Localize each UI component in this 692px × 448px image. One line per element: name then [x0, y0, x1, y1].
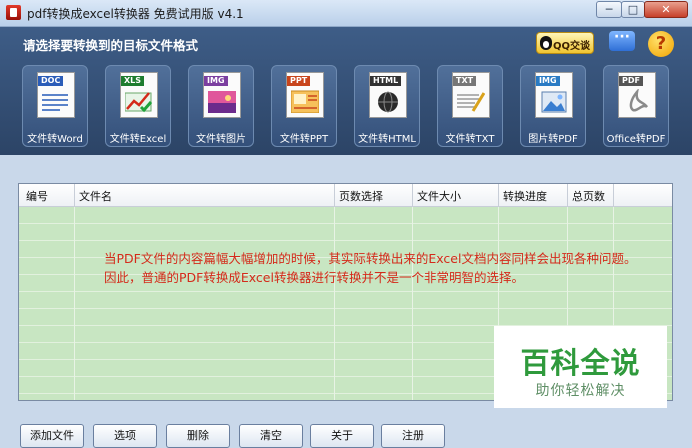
format-prompt: 请选择要转换到的目标文件格式	[23, 38, 199, 53]
about-button[interactable]: 关于	[310, 424, 374, 448]
maximize-icon: □	[627, 3, 639, 16]
column-divider[interactable]	[613, 184, 614, 206]
html-doc-icon: HTML	[369, 72, 407, 118]
column-divider[interactable]	[567, 184, 568, 206]
format-office-to-pdf-label: Office转PDF	[606, 134, 666, 145]
options-button[interactable]: 选项	[93, 424, 157, 448]
format-panel: 请选择要转换到的目标文件格式 QQ交谈 ? DOC 文件转Word XLS 文件…	[0, 27, 692, 155]
column-divider[interactable]	[74, 184, 75, 206]
grid-line	[334, 207, 335, 400]
qq-chat-button[interactable]: QQ交谈	[536, 32, 594, 54]
format-ppt-button[interactable]: PPT 文件转PPT	[271, 65, 337, 147]
format-office-to-pdf-button[interactable]: PDF Office转PDF	[603, 65, 669, 147]
register-button[interactable]: 注册	[381, 424, 445, 448]
grid-line	[74, 207, 75, 400]
image-to-pdf-icon: IMG	[535, 72, 573, 118]
office-to-pdf-icon: PDF	[618, 72, 656, 118]
grid-line	[412, 207, 413, 400]
file-list-header: 编号 文件名 页数选择 文件大小 转换进度 总页数	[19, 184, 672, 207]
column-divider[interactable]	[498, 184, 499, 206]
qq-chat-label: QQ交谈	[553, 41, 591, 52]
minimize-button[interactable]: ─	[596, 1, 622, 18]
column-header-pages[interactable]: 页数选择	[339, 188, 383, 204]
column-divider[interactable]	[412, 184, 413, 206]
word-doc-icon: DOC	[37, 72, 75, 118]
format-html-label: 文件转HTML	[358, 134, 416, 145]
format-image-to-pdf-label: 图片转PDF	[528, 134, 578, 145]
format-html-button[interactable]: HTML 文件转HTML	[354, 65, 420, 147]
annotation-line-1: 当PDF文件的内容篇幅大幅增加的时候，其实际转换出来的Excel文档内容同样会出…	[104, 251, 637, 266]
window-title: pdf转换成excel转换器 免费试用版 v4.1	[27, 7, 244, 21]
format-excel-label: 文件转Excel	[109, 134, 167, 145]
format-ppt-label: 文件转PPT	[279, 134, 329, 145]
format-image-button[interactable]: IMG 文件转图片	[188, 65, 254, 147]
format-image-label: 文件转图片	[196, 134, 246, 145]
ppt-doc-icon: PPT	[286, 72, 324, 118]
txt-doc-icon: TXT	[452, 72, 490, 118]
clear-button[interactable]: 清空	[239, 424, 303, 448]
watermark-logo: 百科全说 助你轻松解决	[494, 326, 667, 408]
column-header-id[interactable]: 编号	[26, 188, 48, 204]
app-icon	[6, 5, 21, 20]
message-icon[interactable]	[609, 29, 635, 51]
column-header-size[interactable]: 文件大小	[417, 188, 461, 204]
delete-button[interactable]: 删除	[166, 424, 230, 448]
close-button[interactable]: ✕	[644, 1, 688, 18]
format-word-label: 文件转Word	[27, 134, 83, 145]
column-divider[interactable]	[334, 184, 335, 206]
annotation-line-2: 因此，普通的PDF转换成Excel转换器进行转换并不是一个非常明智的选择。	[104, 270, 524, 285]
excel-doc-icon: XLS	[120, 72, 158, 118]
format-image-to-pdf-button[interactable]: IMG 图片转PDF	[520, 65, 586, 147]
help-icon[interactable]: ?	[648, 31, 674, 57]
close-icon: ✕	[661, 3, 671, 16]
minimize-icon: ─	[605, 3, 613, 16]
title-bar: pdf转换成excel转换器 免费试用版 v4.1 ─ □ ✕	[0, 0, 692, 27]
watermark-subtitle: 助你轻松解决	[535, 383, 626, 399]
image-doc-icon: IMG	[203, 72, 241, 118]
format-word-button[interactable]: DOC 文件转Word	[22, 65, 88, 147]
format-txt-label: 文件转TXT	[445, 134, 495, 145]
annotation-text: 当PDF文件的内容篇幅大幅增加的时候，其实际转换出来的Excel文档内容同样会出…	[104, 249, 636, 287]
add-file-button[interactable]: 添加文件	[20, 424, 84, 448]
format-excel-button[interactable]: XLS 文件转Excel	[105, 65, 171, 147]
qq-penguin-icon	[540, 36, 552, 50]
maximize-button[interactable]: □	[621, 1, 645, 18]
column-header-filename[interactable]: 文件名	[79, 188, 112, 204]
column-header-progress[interactable]: 转换进度	[503, 188, 547, 204]
watermark-title: 百科全说	[520, 346, 641, 380]
column-header-total-pages[interactable]: 总页数	[572, 188, 605, 204]
format-txt-button[interactable]: TXT 文件转TXT	[437, 65, 503, 147]
